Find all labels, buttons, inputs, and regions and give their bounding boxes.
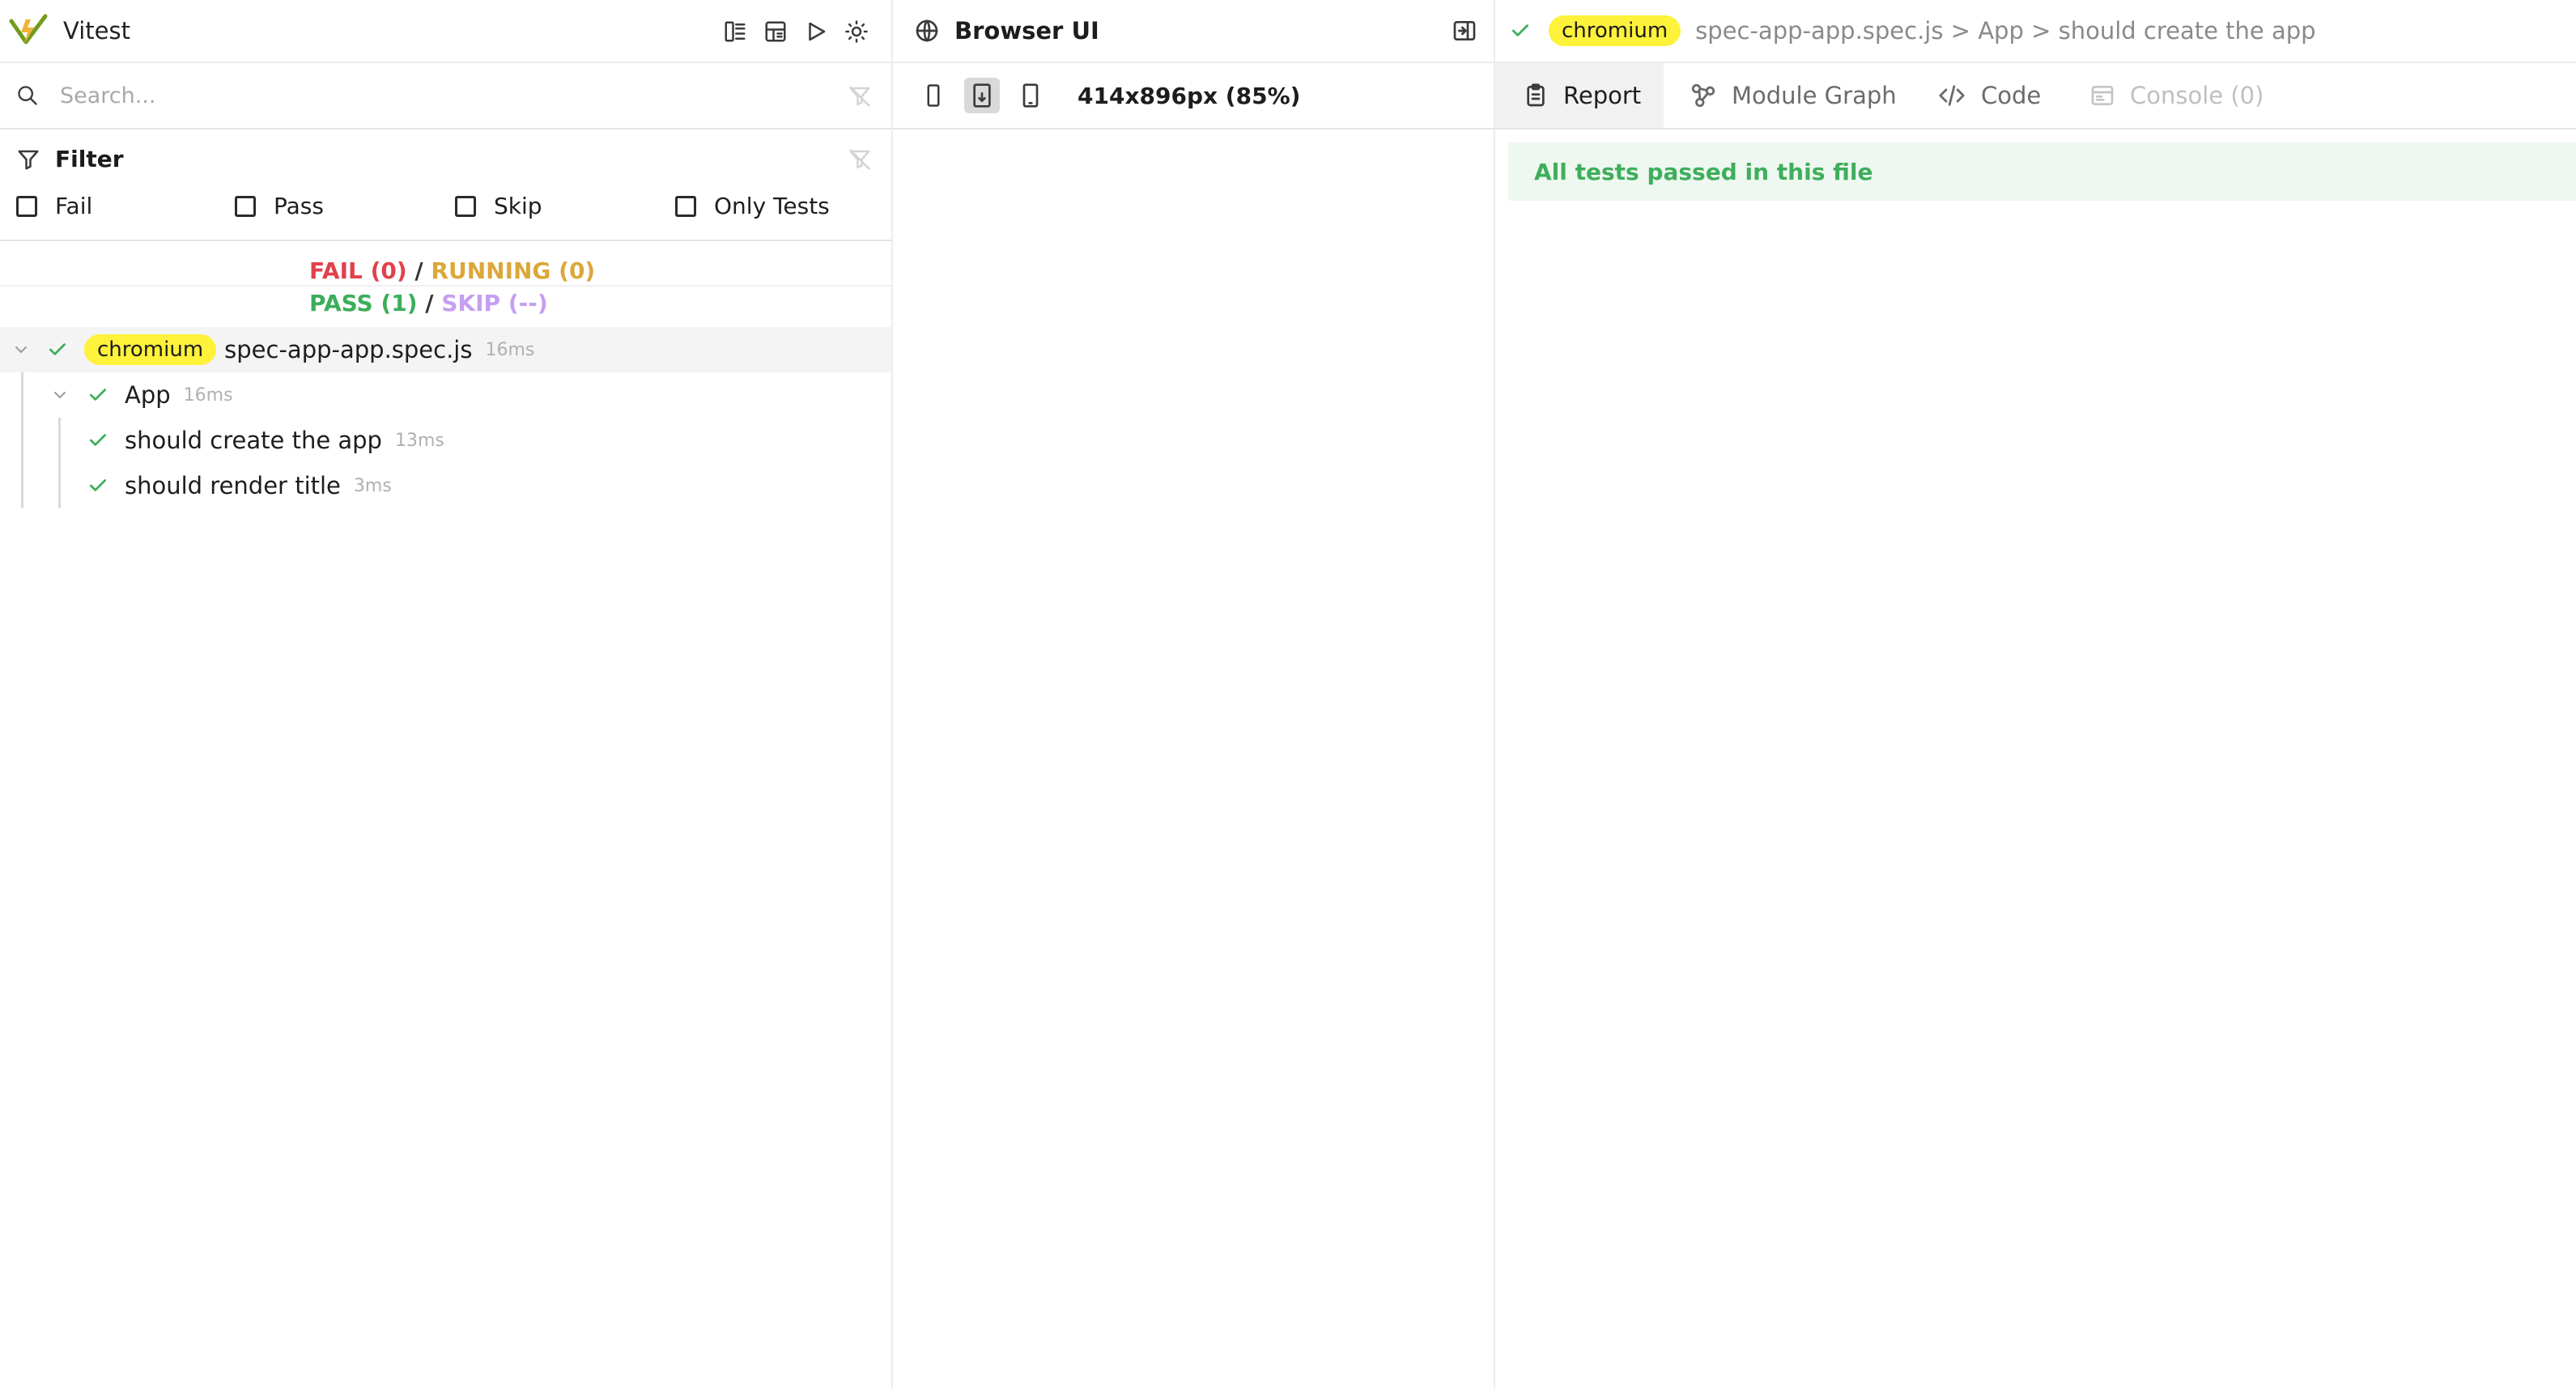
filter-option-label: Only Tests	[714, 193, 830, 219]
test-name: should create the app	[125, 427, 382, 454]
tab-label: Report	[1563, 82, 1642, 109]
detail-tabs: Report Module Graph Code Console (0)	[1495, 63, 2576, 130]
summary-line-pass-skip: PASS (1) / SKIP (--)	[309, 290, 548, 316]
clear-filter-icon[interactable]	[848, 147, 872, 172]
browser-title: Browser UI	[954, 17, 1099, 45]
check-icon	[87, 384, 108, 406]
tab-report[interactable]: Report	[1495, 63, 1664, 128]
chevron-down-icon[interactable]	[50, 385, 70, 405]
filter-icon	[16, 147, 40, 172]
chevron-down-icon[interactable]	[11, 340, 31, 359]
tree-item-test[interactable]: should render title 3ms	[0, 463, 891, 508]
tab-label: Console (0)	[2130, 82, 2264, 109]
browser-badge: chromium	[84, 334, 217, 365]
browser-pane: Browser UI 414x896px (85%)	[893, 0, 1495, 1389]
tablet-device-icon[interactable]	[964, 78, 1000, 113]
filter-fail-checkbox[interactable]: Fail	[16, 193, 92, 219]
code-icon	[1939, 85, 1965, 106]
graph-icon	[1691, 83, 1715, 108]
report-success-banner: All tests passed in this file	[1508, 142, 2576, 201]
mobile-device-icon[interactable]	[916, 78, 951, 113]
summary-divider	[0, 285, 891, 287]
detail-pane: chromium spec-app-app.spec.js > App > sh…	[1495, 0, 2576, 1389]
tab-console[interactable]: Console (0)	[2089, 63, 2264, 128]
vitest-logo-icon	[8, 13, 49, 49]
check-icon	[87, 475, 108, 496]
browser-badge: chromium	[1549, 15, 1681, 46]
filter-title: Filter	[55, 146, 124, 172]
tree-item-test[interactable]: should create the app 13ms	[0, 418, 891, 463]
filter-only-tests-checkbox[interactable]: Only Tests	[675, 193, 830, 219]
filter-panel: Filter Fail Pass Skip Only Tests	[0, 130, 891, 241]
filter-option-label: Fail	[55, 193, 93, 219]
check-icon	[47, 339, 68, 360]
pass-count: PASS (1)	[309, 290, 418, 316]
clear-filter-icon[interactable]	[848, 84, 872, 108]
run-icon[interactable]	[796, 11, 836, 52]
responsive-device-icon[interactable]	[1013, 78, 1048, 113]
viewport-toolbar: 414x896px (85%)	[893, 63, 1494, 130]
app-title: Vitest	[63, 17, 130, 45]
tree-item-file[interactable]: chromium spec-app-app.spec.js 16ms	[0, 327, 891, 372]
tree-view-icon[interactable]	[715, 11, 755, 52]
detail-header: chromium spec-app-app.spec.js > App > sh…	[1495, 0, 2576, 63]
tab-code[interactable]: Code	[1937, 63, 2041, 128]
file-name: spec-app-app.spec.js	[224, 336, 473, 363]
search-icon	[16, 84, 39, 107]
filter-option-label: Skip	[494, 193, 542, 219]
checkbox-box[interactable]	[16, 195, 37, 217]
check-icon	[87, 430, 108, 451]
tree-item-suite[interactable]: App 16ms	[0, 372, 891, 418]
running-count: RUNNING (0)	[431, 257, 596, 284]
fail-count: FAIL (0)	[309, 257, 407, 284]
breadcrumb: spec-app-app.spec.js > App > should crea…	[1695, 17, 2316, 45]
summary-line-fail-running: FAIL (0) / RUNNING (0)	[309, 257, 595, 284]
collapse-panel-icon[interactable]	[1452, 18, 1477, 44]
skip-count: SKIP (--)	[441, 290, 548, 316]
search-input[interactable]	[60, 83, 789, 108]
explorer-toolbar	[715, 11, 877, 52]
test-duration: 13ms	[394, 430, 444, 451]
filter-skip-checkbox[interactable]: Skip	[455, 193, 542, 219]
suite-duration: 16ms	[183, 384, 233, 406]
tab-label: Code	[1981, 82, 2042, 109]
file-duration: 16ms	[485, 339, 535, 360]
clipboard-icon	[1527, 83, 1545, 107]
filter-option-label: Pass	[274, 193, 324, 219]
globe-icon	[914, 18, 940, 44]
theme-icon[interactable]	[836, 11, 877, 52]
checkbox-box[interactable]	[675, 195, 696, 217]
checkbox-box[interactable]	[235, 195, 256, 217]
summary-separator: /	[414, 257, 423, 284]
checkbox-box[interactable]	[455, 195, 476, 217]
console-icon	[2091, 86, 2114, 105]
check-icon	[1510, 20, 1531, 41]
tab-module-graph[interactable]: Module Graph	[1690, 63, 1897, 128]
explorer-pane: Vitest Filter	[0, 0, 893, 1389]
suite-name: App	[125, 381, 171, 409]
dashboard-icon[interactable]	[755, 11, 796, 52]
test-duration: 3ms	[353, 475, 392, 496]
explorer-header: Vitest	[0, 0, 891, 63]
viewport-size-label: 414x896px (85%)	[1078, 82, 1301, 109]
test-name: should render title	[125, 472, 341, 499]
browser-header: Browser UI	[893, 0, 1494, 63]
search-bar	[0, 63, 891, 130]
summary-separator: /	[425, 290, 434, 316]
report-message: All tests passed in this file	[1534, 158, 1873, 185]
filter-pass-checkbox[interactable]: Pass	[235, 193, 324, 219]
tab-label: Module Graph	[1732, 82, 1897, 109]
